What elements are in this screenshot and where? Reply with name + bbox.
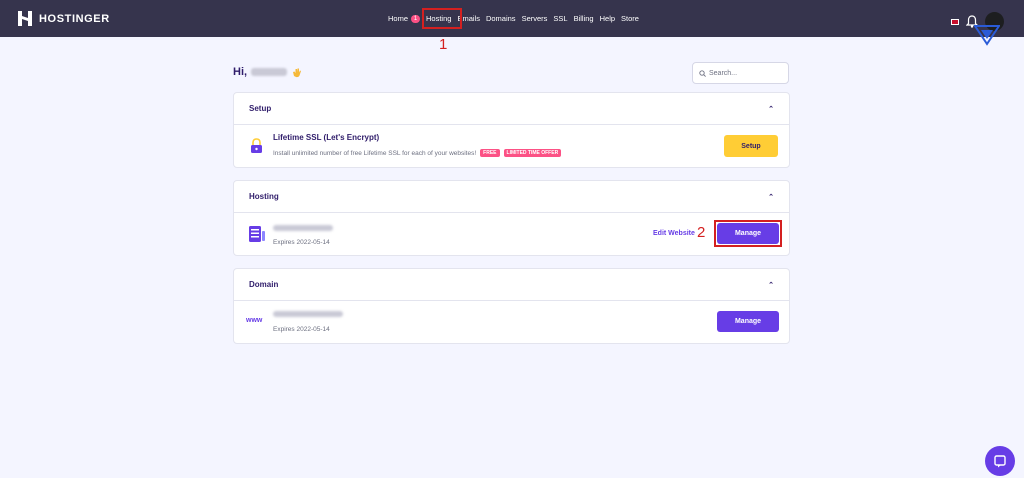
domain-card: Domain ⌃ www Expires 2022-05-14 Manage <box>233 268 790 344</box>
watermark-logo-icon <box>974 25 1000 46</box>
waving-hand-icon <box>293 68 302 77</box>
language-flag-icon[interactable] <box>951 18 959 25</box>
hosting-highlight-box <box>422 8 462 29</box>
setup-card-title: Setup <box>249 104 272 113</box>
home-notification-badge: 1 <box>411 14 421 23</box>
hosting-card-title: Hosting <box>249 192 279 201</box>
www-icon: www <box>246 317 263 324</box>
domain-manage-button[interactable]: Manage <box>717 311 779 332</box>
domain-row: www Expires 2022-05-14 Manage <box>234 301 789 343</box>
search-box[interactable]: Search... <box>692 62 789 84</box>
chat-icon <box>994 455 1006 468</box>
blurred-domain-name <box>273 311 343 317</box>
nav-ssl[interactable]: SSL <box>553 14 567 23</box>
search-icon <box>699 69 706 77</box>
domain-card-header[interactable]: Domain ⌃ <box>234 269 789 301</box>
nav-domains[interactable]: Domains <box>486 14 516 23</box>
step-2-label: 2 <box>697 224 706 241</box>
chevron-up-icon[interactable]: ⌃ <box>768 281 774 289</box>
chat-support-button[interactable] <box>985 446 1015 476</box>
hosting-card-header[interactable]: Hosting ⌃ <box>234 181 789 213</box>
setup-card-header[interactable]: Setup ⌃ <box>234 93 789 125</box>
limited-offer-tag: LIMITED TIME OFFER <box>503 149 562 157</box>
domain-expiry: Expires 2022-05-14 <box>273 326 330 333</box>
nav-servers[interactable]: Servers <box>522 14 548 23</box>
hosting-manage-button[interactable]: Manage <box>717 223 779 244</box>
ssl-description: Install unlimited number of free Lifetim… <box>273 149 477 157</box>
hosting-card: Hosting ⌃ Expires 2022-05-14 Edit Websit… <box>233 180 790 256</box>
step-1-label: 1 <box>439 36 448 53</box>
chevron-up-icon[interactable]: ⌃ <box>768 105 774 113</box>
lock-icon <box>251 138 262 153</box>
hosting-row: Expires 2022-05-14 Edit Website 2 Manage <box>234 213 789 255</box>
ssl-title: Lifetime SSL (Let's Encrypt) <box>273 133 380 142</box>
chevron-up-icon[interactable]: ⌃ <box>768 193 774 201</box>
nav-billing[interactable]: Billing <box>574 14 594 23</box>
free-tag: FREE <box>480 149 500 157</box>
nav-store[interactable]: Store <box>621 14 639 23</box>
hosting-server-icon <box>249 226 265 242</box>
nav-help[interactable]: Help <box>600 14 615 23</box>
setup-card: Setup ⌃ Lifetime SSL (Let's Encrypt) Ins… <box>233 92 790 168</box>
domain-card-title: Domain <box>249 280 279 289</box>
edit-website-link[interactable]: Edit Website <box>653 230 695 237</box>
blurred-hosting-domain <box>273 225 333 231</box>
brand-logo[interactable]: HOSTINGER <box>18 11 110 26</box>
setup-button[interactable]: Setup <box>724 135 778 157</box>
blurred-username <box>251 68 288 76</box>
brand-name: HOSTINGER <box>39 12 110 25</box>
hosting-expiry: Expires 2022-05-14 <box>273 239 330 246</box>
top-navigation-bar: HOSTINGER Home 1 Hosting Emails Domains … <box>0 0 1024 37</box>
ssl-row: Lifetime SSL (Let's Encrypt) Install unl… <box>234 125 789 167</box>
search-placeholder: Search... <box>709 69 738 77</box>
nav-home[interactable]: Home 1 <box>388 14 421 23</box>
greeting-prefix: Hi, <box>233 66 248 78</box>
hostinger-logo-icon <box>18 11 32 26</box>
nav-home-label: Home <box>388 14 409 23</box>
ssl-description-row: Install unlimited number of free Lifetim… <box>273 149 562 157</box>
greeting: Hi, <box>233 66 302 78</box>
